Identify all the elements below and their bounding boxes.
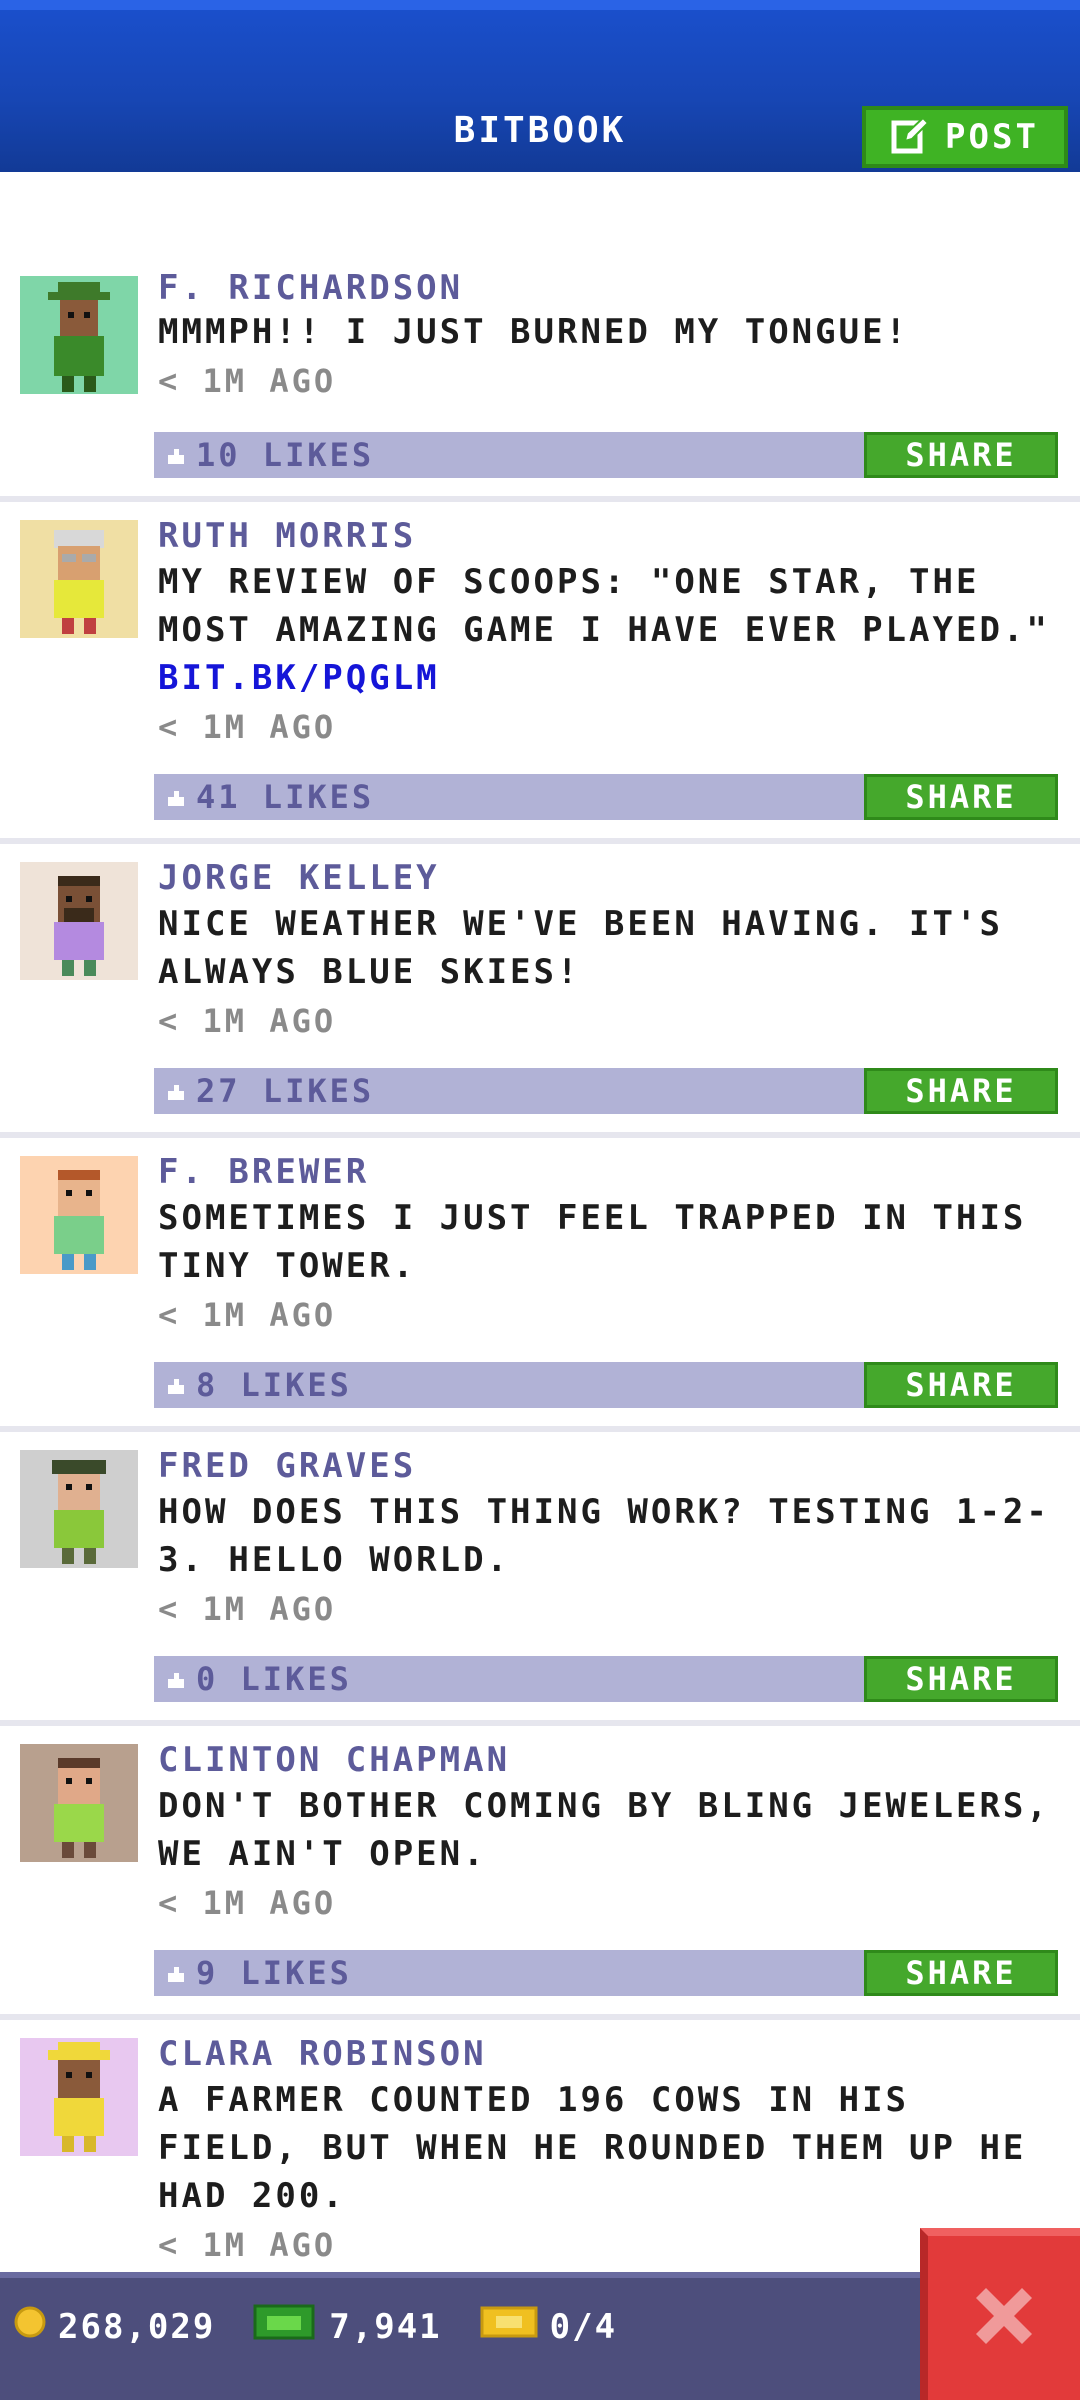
post-text: MMMPH!! I JUST BURNED MY TONGUE!: [158, 312, 910, 352]
avatar: [20, 520, 138, 638]
post-time: < 1M AGO: [158, 1884, 337, 1922]
like-count-label: 27 LIKES: [196, 1072, 375, 1110]
thumbs-up-icon: [166, 436, 186, 474]
list-item: F. BREWER SOMETIMES I JUST FEEL TRAPPED …: [0, 1138, 1080, 1432]
share-button[interactable]: SHARE: [864, 432, 1058, 478]
post-author[interactable]: F. BREWER: [158, 1152, 369, 1192]
like-count-label: 0 LIKES: [196, 1660, 352, 1698]
post-time: < 1M AGO: [158, 362, 337, 400]
share-button[interactable]: SHARE: [864, 1068, 1058, 1114]
avatar: [20, 2038, 138, 2156]
post-time: < 1M AGO: [158, 1002, 337, 1040]
post-text: A FARMER COUNTED 196 COWS IN HIS FIELD, …: [158, 2080, 1027, 2216]
post-author[interactable]: F. RICHARDSON: [158, 268, 463, 308]
post-author[interactable]: CLARA ROBINSON: [158, 2034, 487, 2074]
avatar: [20, 276, 138, 394]
status-bar: 268,029 7,941 0/4: [0, 2272, 1080, 2400]
bux-count: 7,941: [329, 2306, 442, 2347]
list-item: FRED GRAVES HOW DOES THIS THING WORK? TE…: [0, 1432, 1080, 1726]
post-message: A FARMER COUNTED 196 COWS IN HIS FIELD, …: [158, 2076, 1063, 2220]
like-count-label: 9 LIKES: [196, 1954, 352, 1992]
edit-icon: [891, 115, 931, 159]
like-bar: 41 LIKES SHARE: [154, 774, 1058, 820]
like-count[interactable]: 0 LIKES: [154, 1656, 352, 1702]
post-text: HOW DOES THIS THING WORK? TESTING 1-2-3.…: [158, 1492, 1050, 1580]
avatar: [20, 1744, 138, 1862]
post-message: HOW DOES THIS THING WORK? TESTING 1-2-3.…: [158, 1488, 1063, 1584]
share-button[interactable]: SHARE: [864, 1656, 1058, 1702]
post-author[interactable]: RUTH MORRIS: [158, 516, 416, 556]
post-text: DON'T BOTHER COMING BY BLING JEWELERS, W…: [158, 1786, 1050, 1874]
post-message: NICE WEATHER WE'VE BEEN HAVING. IT'S ALW…: [158, 900, 1063, 996]
like-count-label: 41 LIKES: [196, 778, 375, 816]
thumbs-up-icon: [166, 778, 186, 816]
like-count[interactable]: 27 LIKES: [154, 1068, 374, 1114]
ticket-count: 0/4: [549, 2306, 618, 2347]
like-bar: 0 LIKES SHARE: [154, 1656, 1058, 1702]
post-text: SOMETIMES I JUST FEEL TRAPPED IN THIS TI…: [158, 1198, 1027, 1286]
close-button[interactable]: [920, 2228, 1080, 2400]
list-item: F. RICHARDSON MMMPH!! I JUST BURNED MY T…: [0, 172, 1080, 502]
post-time: < 1M AGO: [158, 1590, 337, 1628]
bux-icon: [253, 2302, 317, 2351]
avatar: [20, 1450, 138, 1568]
post-text: NICE WEATHER WE'VE BEEN HAVING. IT'S ALW…: [158, 904, 1003, 992]
coin-count: 268,029: [58, 2306, 216, 2347]
like-count-label: 8 LIKES: [196, 1366, 352, 1404]
like-bar: 10 LIKES SHARE: [154, 432, 1058, 478]
like-count[interactable]: 8 LIKES: [154, 1362, 352, 1408]
like-bar: 9 LIKES SHARE: [154, 1950, 1058, 1996]
share-button[interactable]: SHARE: [864, 1950, 1058, 1996]
post-button-label: POST: [945, 117, 1039, 157]
post-time: < 1M AGO: [158, 2226, 337, 2264]
feed-list[interactable]: F. RICHARDSON MMMPH!! I JUST BURNED MY T…: [0, 172, 1080, 2272]
like-count-label: 10 LIKES: [196, 436, 375, 474]
post-author[interactable]: FRED GRAVES: [158, 1446, 416, 1486]
thumbs-up-icon: [166, 1660, 186, 1698]
post-time: < 1M AGO: [158, 708, 337, 746]
post-author[interactable]: CLINTON CHAPMAN: [158, 1740, 510, 1780]
share-button[interactable]: SHARE: [864, 774, 1058, 820]
post-message: SOMETIMES I JUST FEEL TRAPPED IN THIS TI…: [158, 1194, 1063, 1290]
avatar: [20, 1156, 138, 1274]
list-item: CLINTON CHAPMAN DON'T BOTHER COMING BY B…: [0, 1726, 1080, 2020]
post-author[interactable]: JORGE KELLEY: [158, 858, 440, 898]
post-message: DON'T BOTHER COMING BY BLING JEWELERS, W…: [158, 1782, 1063, 1878]
thumbs-up-icon: [166, 1954, 186, 1992]
list-item: CLARA ROBINSON A FARMER COUNTED 196 COWS…: [0, 2020, 1080, 2272]
close-icon: [968, 2280, 1040, 2356]
thumbs-up-icon: [166, 1072, 186, 1110]
post-time: < 1M AGO: [158, 1296, 337, 1334]
like-bar: 27 LIKES SHARE: [154, 1068, 1058, 1114]
list-item: RUTH MORRIS MY REVIEW OF SCOOPS: "ONE ST…: [0, 502, 1080, 844]
post-message: MMMPH!! I JUST BURNED MY TONGUE!: [158, 308, 1063, 356]
app-header: BITBOOK POST: [0, 0, 1080, 172]
like-count[interactable]: 10 LIKES: [154, 432, 374, 478]
thumbs-up-icon: [166, 1366, 186, 1404]
like-bar: 8 LIKES SHARE: [154, 1362, 1058, 1408]
post-button[interactable]: POST: [862, 106, 1068, 168]
coin-icon: [14, 2306, 46, 2347]
currency-stats: 268,029 7,941 0/4: [14, 2302, 617, 2351]
post-message: MY REVIEW OF SCOOPS: "ONE STAR, THE MOST…: [158, 558, 1063, 702]
share-button[interactable]: SHARE: [864, 1362, 1058, 1408]
ticket-icon: [480, 2304, 538, 2349]
list-item: JORGE KELLEY NICE WEATHER WE'VE BEEN HAV…: [0, 844, 1080, 1138]
avatar: [20, 862, 138, 980]
post-link[interactable]: BIT.BK/PQGLM: [158, 654, 1063, 702]
post-text: MY REVIEW OF SCOOPS: "ONE STAR, THE MOST…: [158, 562, 1050, 650]
like-count[interactable]: 9 LIKES: [154, 1950, 352, 1996]
like-count[interactable]: 41 LIKES: [154, 774, 374, 820]
